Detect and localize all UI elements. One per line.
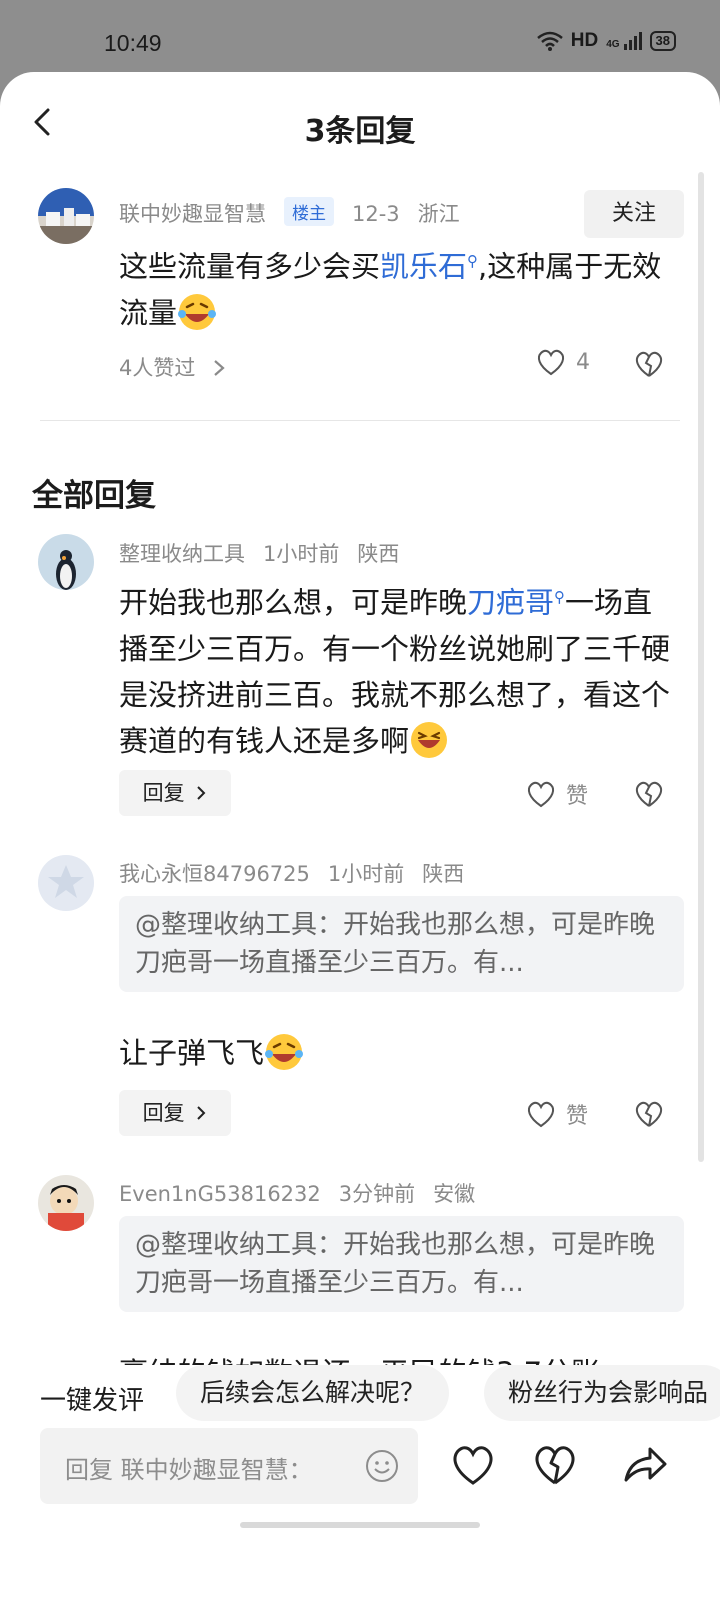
quick-comment-bar: 一键发评 后续会怎么解决呢？ 粉丝行为会影响品: [0, 1365, 720, 1433]
reply-meta: 整理收纳工具 1小时前 陕西: [119, 538, 417, 568]
reply-location: 陕西: [422, 862, 465, 886]
owner-tag: 楼主: [284, 197, 334, 226]
share-icon[interactable]: [622, 1442, 668, 1488]
heart-icon[interactable]: [450, 1442, 496, 1488]
reply-button[interactable]: 回复: [119, 770, 231, 816]
heart-icon: [527, 1101, 555, 1128]
network-label: HD: [570, 30, 599, 51]
broken-heart-icon[interactable]: [634, 1100, 664, 1128]
reply-time: 1小时前: [263, 542, 340, 566]
reply-time: 1小时前: [327, 862, 405, 886]
search-icon: ⚲: [554, 588, 566, 606]
section-title: 全部回复: [32, 478, 156, 514]
username[interactable]: 整理收纳工具: [119, 542, 245, 566]
search-link[interactable]: 凯乐石: [380, 250, 467, 284]
status-bar: 10:49 HD 4G 38: [0, 0, 720, 72]
status-time: 10:49: [104, 30, 162, 56]
page-title: 3条回复: [304, 114, 416, 149]
reply-button-label: 回复: [142, 1101, 185, 1125]
signal-icon: 4G: [606, 32, 642, 50]
quick-comment-chip[interactable]: 后续会怎么解决呢？: [176, 1365, 450, 1421]
like-count: 4: [576, 349, 590, 375]
scrollbar[interactable]: [698, 172, 704, 1162]
quoted-comment[interactable]: @整理收纳工具：开始我也那么想，可是昨晚刀疤哥一场直播至少三百万。有...: [119, 1216, 684, 1312]
avatar[interactable]: [38, 855, 94, 911]
reply-text: 让子弹飞飞: [119, 1030, 679, 1076]
like-label: 赞: [566, 1104, 589, 1129]
sheet-header: 3条回复: [0, 72, 720, 176]
main-comment-meta: 联中妙趣显智慧 楼主 12-3 浙江: [119, 197, 478, 228]
like-button[interactable]: 赞: [526, 1098, 588, 1130]
avatar[interactable]: [38, 188, 94, 244]
reply-time: 3分钟前: [338, 1182, 416, 1206]
username[interactable]: Even1nG53816232: [119, 1182, 321, 1206]
username[interactable]: 我心永恒84796725: [119, 862, 310, 886]
reply-input[interactable]: 回复 联中妙趣显智慧：: [40, 1428, 418, 1504]
laugh-cry-emoji-icon: [265, 1034, 304, 1070]
chevron-right-icon: [214, 360, 225, 376]
avatar[interactable]: [38, 1175, 94, 1231]
like-button[interactable]: 赞: [526, 778, 588, 810]
reply-button-label: 回复: [142, 781, 185, 805]
search-link[interactable]: 刀疤哥: [467, 586, 554, 620]
reply-location: 陕西: [357, 542, 400, 566]
signal-label: 4G: [606, 39, 620, 50]
comment-date: 12-3: [352, 202, 400, 226]
emoji-picker-icon[interactable]: [364, 1448, 400, 1484]
likers-link[interactable]: 4人赞过: [119, 352, 226, 382]
laugh-cry-emoji-icon: [178, 293, 217, 330]
grin-emoji-icon: [411, 721, 448, 758]
reply-location: 安徽: [433, 1182, 476, 1206]
like-button[interactable]: 4: [536, 348, 590, 376]
reply-text-part: 让子弹飞飞: [119, 1036, 265, 1070]
follow-button[interactable]: 关注: [584, 190, 684, 238]
battery-level: 38: [655, 33, 670, 48]
status-icons: HD 4G 38: [536, 30, 676, 52]
avatar[interactable]: [38, 534, 94, 590]
quoted-comment[interactable]: @整理收纳工具：开始我也那么想，可是昨晚刀疤哥一场直播至少三百万。有...: [119, 896, 684, 992]
reply-input-placeholder: 回复 联中妙趣显智慧：: [65, 1456, 313, 1484]
chevron-right-icon: [197, 1106, 206, 1120]
divider: [40, 420, 680, 421]
reply-meta: Even1nG53816232 3分钟前 安徽: [119, 1178, 493, 1208]
home-indicator[interactable]: [240, 1522, 480, 1528]
quick-comment-label: 一键发评: [40, 1386, 145, 1416]
reply-text-part: 开始我也那么想，可是昨晚: [119, 585, 468, 620]
like-label: 赞: [566, 784, 589, 809]
username[interactable]: 联中妙趣显智慧: [119, 202, 266, 226]
comment-location: 浙江: [417, 202, 460, 226]
comment-text-part: 这些流量有多少会买: [119, 249, 381, 284]
heart-icon: [537, 349, 565, 376]
heart-icon: [527, 781, 555, 808]
broken-heart-icon[interactable]: [532, 1442, 578, 1488]
battery-icon: 38: [649, 31, 676, 51]
wifi-icon: [536, 31, 563, 51]
reply-meta: 我心永恒84796725 1小时前 陕西: [119, 858, 482, 888]
quick-comment-chip[interactable]: 粉丝行为会影响品: [484, 1365, 720, 1421]
reply-text: 开始我也那么想，可是昨晚刀疤哥⚲一场直播至少三百万。有一个粉丝说她刷了三千硬是没…: [119, 574, 679, 764]
broken-heart-icon[interactable]: [634, 780, 664, 808]
chevron-right-icon: [197, 786, 206, 800]
replies-sheet: 3条回复 联中妙趣显智慧 楼主 12-3 浙江 关注 这些流量有多少会买凯乐石⚲,这种…: [0, 72, 720, 1600]
main-comment-text: 这些流量有多少会买凯乐石⚲,这种属于无效流量: [119, 238, 679, 336]
likers-text: 4人赞过: [119, 356, 196, 380]
broken-heart-icon[interactable]: [634, 350, 664, 378]
reply-button[interactable]: 回复: [119, 1090, 231, 1136]
search-icon: ⚲: [467, 252, 479, 270]
